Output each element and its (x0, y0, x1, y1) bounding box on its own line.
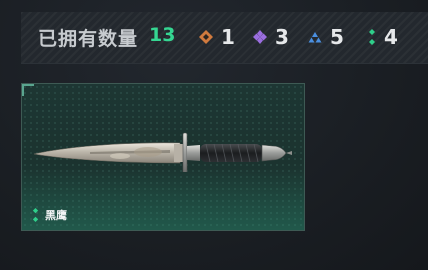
diamond-purple-icon (253, 30, 267, 44)
item-label: 黑鹰 (32, 207, 67, 223)
owned-count-label: 已拥有数量 (38, 28, 139, 50)
dots-green-icon (32, 208, 39, 222)
knife-image (33, 132, 292, 172)
inventory-summary-bar: 已拥有数量 13 1 3 5 4 (21, 12, 428, 64)
item-card[interactable]: 黑鹰 (21, 83, 305, 231)
rarity-green-value: 4 (384, 25, 398, 49)
owned-count-value: 13 (149, 24, 176, 46)
rarity-purple-value: 3 (275, 25, 289, 49)
rarity-orange-count: 1 (199, 24, 235, 50)
card-corner-accent (22, 84, 34, 96)
diamond-orange-icon (199, 30, 213, 44)
rarity-purple-count: 3 (253, 24, 289, 50)
rarity-orange-value: 1 (221, 25, 235, 49)
rarity-green-count: 4 (368, 24, 398, 50)
item-name: 黑鹰 (45, 209, 67, 222)
rarity-blue-count: 5 (308, 24, 344, 50)
dots-green-icon (369, 29, 375, 45)
triangle-blue-icon (308, 32, 322, 43)
rarity-blue-value: 5 (330, 25, 344, 49)
